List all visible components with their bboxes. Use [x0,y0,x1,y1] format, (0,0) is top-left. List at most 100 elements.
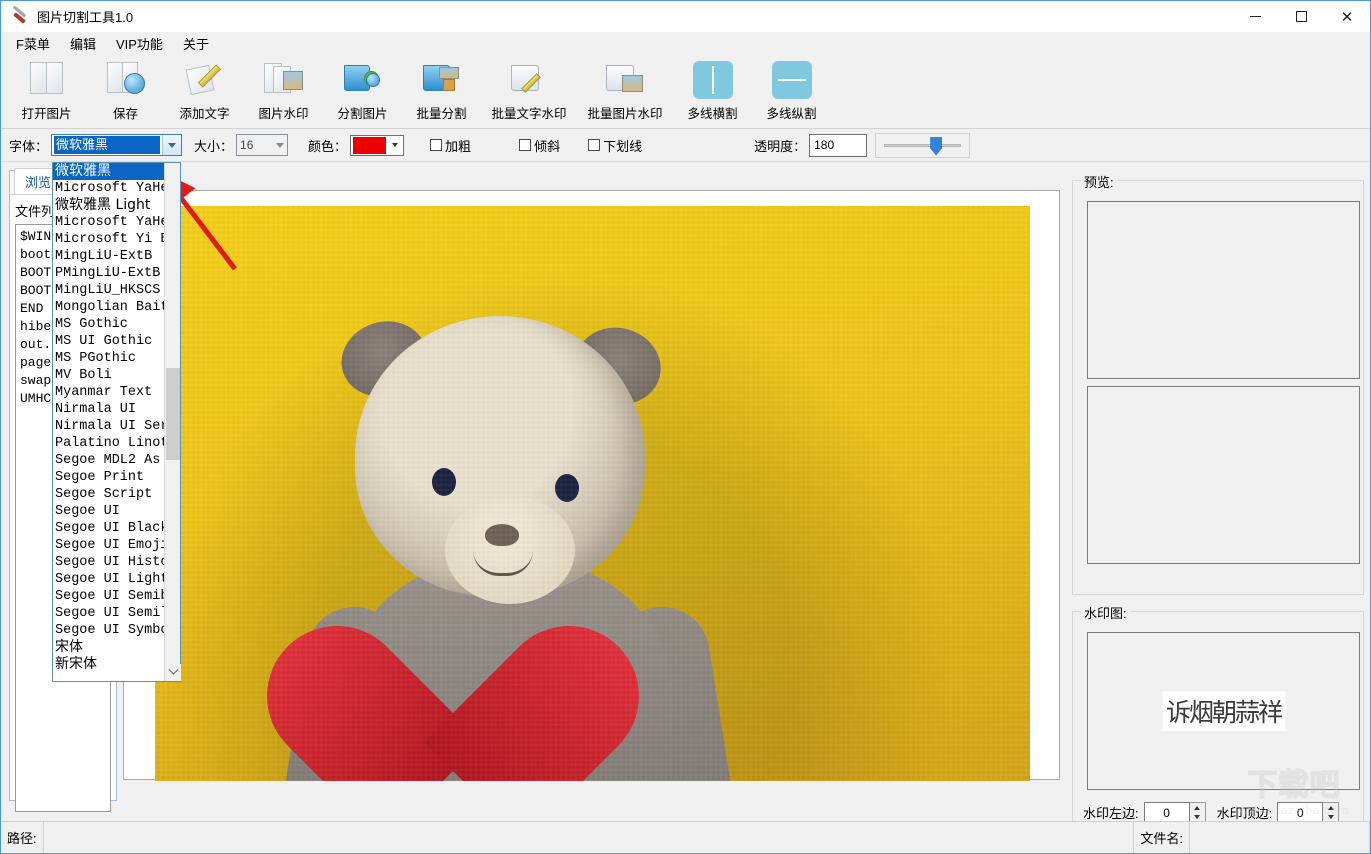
opacity-input[interactable]: 180 [809,133,868,157]
font-option[interactable]: Segoe UI Emoji [53,537,164,554]
font-combobox-dropdown-button[interactable] [162,135,182,155]
font-option[interactable]: Segoe MDL2 As [53,452,164,469]
open-image-icon [24,59,70,101]
toolbar-button-batch-split[interactable]: 批量分割 [402,55,481,127]
watermark-top-input[interactable]: 0 [1277,802,1324,823]
watermark-top-spinner[interactable]: 0 [1277,802,1340,823]
font-option[interactable]: MS PGothic [53,350,164,367]
size-combobox[interactable]: 16 [236,134,289,156]
minimize-button[interactable] [1232,1,1278,32]
size-combobox-value: 16 [240,138,254,152]
color-label: 颜色： [308,138,348,154]
watermark-left-label: 水印左边: [1083,806,1139,821]
toolbar-label: 图片水印 [258,107,309,121]
color-dropdown-button[interactable] [386,143,403,147]
toolbar-label: 批量图片水印 [587,107,663,121]
font-dropdown-list[interactable]: 微软雅黑 Microsoft YaHe 微软雅黑 Light Microsoft… [52,162,181,682]
spinner-up-button[interactable] [1323,803,1338,813]
opacity-slider[interactable] [875,132,971,158]
close-button[interactable]: ✕ [1324,1,1370,32]
font-option[interactable]: Segoe UI Histo [53,554,164,571]
italic-checkbox[interactable]: 倾斜 [519,136,560,155]
text-options-bar: 字体： 微软雅黑 大小： 16 颜色： 加粗 倾斜 下划线 透明度： 180 [1,129,1370,162]
triangle-up-icon [1327,805,1334,810]
font-option[interactable]: MingLiU-ExtB [53,248,164,265]
font-option[interactable]: Segoe UI Semib [53,588,164,605]
font-combobox[interactable]: 微软雅黑 [51,134,183,156]
toolbar-button-save[interactable]: 保存 [86,55,165,127]
color-picker[interactable] [350,134,405,156]
toolbar-button-add-text[interactable]: 添加文字 [165,55,244,127]
scroll-down-button[interactable] [165,664,181,681]
image-canvas[interactable] [123,190,1060,781]
status-bar: 路径: 文件名: [1,821,1370,853]
preview-legend: 预览: [1081,172,1117,191]
underline-label: 下划线 [603,138,643,154]
toolbar-button-batch-text-watermark[interactable]: 批量文字水印 [481,55,577,127]
font-option[interactable]: Microsoft YaHe [53,214,164,231]
teddy-bear-image [155,206,1030,781]
spinner-buttons[interactable] [1323,802,1340,823]
font-option[interactable]: MingLiU_HKSCS [53,282,164,299]
watermark-left-input[interactable]: 0 [1143,802,1190,823]
font-option[interactable]: Segoe UI Semil [53,605,164,622]
triangle-down-icon [1327,815,1334,820]
font-option[interactable]: Microsoft YaHe [53,180,164,197]
menu-item-about[interactable]: 关于 [174,32,218,55]
menu-item-file[interactable]: F菜单 [7,32,59,55]
watermark-left-spinner[interactable]: 0 [1143,802,1206,823]
font-option[interactable]: 微软雅黑 [53,163,164,180]
maximize-button[interactable] [1278,1,1324,32]
toolbar-button-multi-line-horizontal-cut[interactable]: 多线横割 [673,55,752,127]
right-panel: 预览: 水印图: 诉烟朝蒜祥 水印左边: 0 水印顶边: 0 [1066,168,1366,853]
spinner-buttons[interactable] [1189,802,1206,823]
font-option[interactable]: Segoe UI Symbo [53,622,164,639]
watermark-group: 水印图: 诉烟朝蒜祥 水印左边: 0 水印顶边: 0 [1072,603,1364,853]
font-label: 字体： [9,138,49,154]
font-option[interactable]: 新宋体 [53,656,164,673]
font-option[interactable]: Mongolian Bait [53,299,164,316]
font-option[interactable]: Nirmala UI Ser [53,418,164,435]
menu-item-edit[interactable]: 编辑 [61,32,105,55]
spinner-up-button[interactable] [1190,803,1205,813]
checkbox-box [519,139,532,151]
toolbar-label: 添加文字 [179,107,230,121]
font-option[interactable]: Palatino Linot [53,435,164,452]
font-option[interactable]: Segoe Script [53,486,164,503]
font-option[interactable]: Microsoft Yi B [53,231,164,248]
preview-box-1[interactable] [1087,201,1360,379]
slider-thumb[interactable] [930,136,943,156]
font-option[interactable]: 宋体 [53,639,164,656]
font-option[interactable]: Segoe Print [53,469,164,486]
font-option[interactable]: Segoe UI Light [53,571,164,588]
toolbar-label: 打开图片 [21,107,72,121]
font-option[interactable]: MS Gothic [53,316,164,333]
font-option[interactable]: Segoe UI Black [53,520,164,537]
font-dropdown-items: 微软雅黑 Microsoft YaHe 微软雅黑 Light Microsoft… [53,163,164,681]
font-option[interactable]: 微软雅黑 Light [53,197,164,214]
menu-item-vip[interactable]: VIP功能 [107,32,172,55]
slider-track [884,143,962,147]
toolbar-button-batch-image-watermark[interactable]: 批量图片水印 [577,55,673,127]
font-option[interactable]: MS UI Gothic [53,333,164,350]
watermark-preview-box[interactable]: 诉烟朝蒜祥 [1087,632,1360,790]
toolbar-button-split-image[interactable]: 分割图片 [323,55,402,127]
window-controls: ✕ [1232,1,1370,32]
toolbar-button-image-watermark[interactable]: 图片水印 [244,55,323,127]
toolbar-button-multi-line-vertical-cut[interactable]: 多线纵割 [752,55,831,127]
scrollbar-thumb[interactable] [166,368,180,460]
dropdown-scrollbar[interactable] [164,163,181,681]
font-option[interactable]: PMingLiU-ExtB [53,265,164,282]
toolbar-button-open-image[interactable]: 打开图片 [7,55,86,127]
font-option[interactable]: Segoe UI [53,503,164,520]
font-option[interactable]: MV Boli [53,367,164,384]
underline-checkbox[interactable]: 下划线 [588,136,642,155]
font-option[interactable]: Nirmala UI [53,401,164,418]
toolbar-label: 保存 [112,107,138,121]
hammer-icon [10,5,30,27]
checkbox-box [430,139,443,151]
preview-box-2[interactable] [1087,386,1360,564]
bold-checkbox[interactable]: 加粗 [430,136,471,155]
font-option[interactable]: Myanmar Text [53,384,164,401]
multi-line-vertical-cut-icon [769,59,815,101]
